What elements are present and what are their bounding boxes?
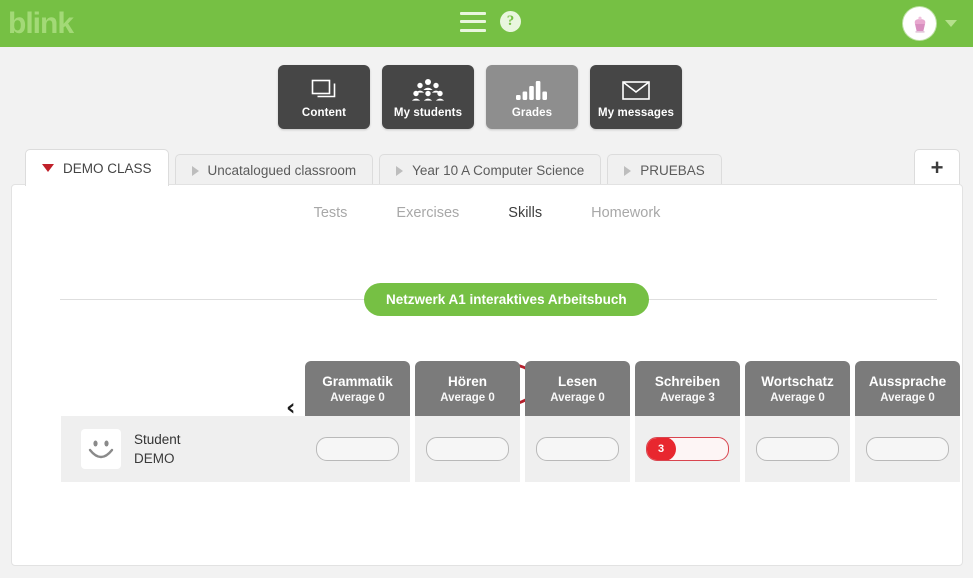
skill-name: Hören — [447, 373, 487, 389]
class-tab-bar: DEMO CLASS Uncatalogued classroom Year 1… — [25, 149, 728, 186]
skill-column-grammatik: Grammatik Average 0 — [305, 361, 410, 482]
class-tab-demo-class[interactable]: DEMO CLASS — [25, 149, 169, 186]
skill-average: Average 0 — [550, 391, 605, 404]
sub-tab-homework[interactable]: Homework — [591, 205, 660, 221]
class-tab-label: Year 10 A Computer Science — [412, 163, 585, 178]
skill-cell — [525, 416, 630, 482]
sub-tab-exercises[interactable]: Exercises — [396, 205, 459, 221]
class-tab-uncatalogued-classroom[interactable]: Uncatalogued classroom — [174, 154, 374, 186]
top-bar: blink ? — [0, 0, 973, 47]
grade-pill[interactable]: 3 — [646, 437, 729, 461]
skill-column-header[interactable]: Schreiben Average 3 — [635, 361, 740, 416]
sub-tab-tests[interactable]: Tests — [314, 205, 348, 221]
grade-pill[interactable] — [756, 437, 839, 461]
smiley-icon — [88, 440, 114, 459]
module-label: Grades — [511, 106, 553, 119]
caret-right-icon — [624, 165, 632, 176]
skill-cell: 3 — [635, 416, 740, 482]
skill-column-lesen: Lesen Average 0 — [525, 361, 630, 482]
help-icon[interactable]: ? — [500, 11, 521, 32]
caret-right-icon — [396, 165, 404, 176]
skill-column-header[interactable]: Lesen Average 0 — [525, 361, 630, 416]
skill-column-aussprache: Aussprache Average 0 — [855, 361, 960, 482]
grade-pill[interactable] — [866, 437, 949, 461]
skill-column-header[interactable]: Wortschatz Average 0 — [745, 361, 850, 416]
cupcake-avatar-icon — [914, 16, 925, 32]
skill-column-header[interactable]: Grammatik Average 0 — [305, 361, 410, 416]
avatar[interactable] — [903, 7, 936, 40]
skill-cell — [305, 416, 410, 482]
grade-badge: 3 — [647, 438, 676, 460]
student-name: Student DEMO — [134, 430, 181, 468]
skill-name: Lesen — [557, 373, 598, 389]
module-button-my-students[interactable]: My students — [382, 65, 474, 129]
class-tab-year-10-a-computer-science[interactable]: Year 10 A Computer Science — [379, 154, 602, 186]
skill-column-horen: Hören Average 0 — [415, 361, 520, 482]
module-buttons: Content My students Grades My messages — [278, 65, 682, 129]
barchart-icon — [515, 76, 549, 102]
skill-name: Schreiben — [654, 373, 721, 389]
book-title-pill[interactable]: Netzwerk A1 interaktives Arbeitsbuch — [364, 283, 649, 316]
envelope-icon — [621, 76, 651, 102]
skill-column-schreiben: Schreiben Average 3 3 — [635, 361, 740, 482]
grade-pill[interactable] — [426, 437, 509, 461]
skill-column-header[interactable]: Hören Average 0 — [415, 361, 520, 416]
skill-cell — [415, 416, 520, 482]
skill-average: Average 0 — [440, 391, 495, 404]
module-label: My messages — [598, 106, 674, 119]
student-first-line: Student — [134, 432, 181, 447]
student-avatar — [81, 429, 121, 469]
sub-tab-bar: Tests Exercises Skills Homework — [12, 205, 962, 221]
user-menu[interactable] — [903, 7, 957, 40]
module-label: Content — [301, 106, 347, 119]
app-root: blink ? Content My students Grades My me… — [0, 0, 973, 578]
windows-icon — [310, 76, 338, 102]
skill-name: Grammatik — [322, 373, 393, 389]
skill-cell — [745, 416, 850, 482]
student-row[interactable]: Student DEMO — [61, 416, 312, 482]
skill-column-wortschatz: Wortschatz Average 0 — [745, 361, 850, 482]
grade-pill[interactable] — [536, 437, 619, 461]
chevron-down-icon[interactable] — [945, 20, 957, 27]
student-second-line: DEMO — [134, 451, 175, 466]
skill-column-header[interactable]: Aussprache Average 0 — [855, 361, 960, 416]
class-tab-label: Uncatalogued classroom — [207, 163, 357, 178]
grade-pill[interactable] — [316, 437, 399, 461]
skill-average: Average 0 — [770, 391, 825, 404]
skill-average: Average 0 — [880, 391, 935, 404]
skill-average: Average 3 — [660, 391, 715, 404]
class-tab-label: PRUEBAS — [640, 163, 705, 178]
class-tab-pruebas[interactable]: PRUEBAS — [607, 154, 722, 186]
main-panel: Tests Exercises Skills Homework Netzwerk… — [11, 184, 963, 566]
skill-name: Wortschatz — [761, 373, 834, 389]
module-button-content[interactable]: Content — [278, 65, 370, 129]
class-tab-label: DEMO CLASS — [63, 160, 152, 176]
skill-average: Average 0 — [330, 391, 385, 404]
skill-cell — [855, 416, 960, 482]
caret-right-icon — [191, 165, 199, 176]
people-icon — [411, 76, 445, 102]
module-button-my-messages[interactable]: My messages — [590, 65, 682, 129]
sub-tab-skills[interactable]: Skills — [508, 205, 542, 221]
module-button-grades[interactable]: Grades — [486, 65, 578, 129]
module-label: My students — [393, 106, 463, 119]
top-nav: ? — [460, 11, 521, 32]
skill-name: Aussprache — [868, 373, 947, 389]
skill-columns: Grammatik Average 0 Hören Average 0 Lese… — [305, 361, 960, 482]
caret-down-icon — [42, 164, 54, 172]
add-class-tab-button[interactable]: + — [914, 149, 960, 186]
blink-logo[interactable]: blink — [8, 5, 74, 43]
hamburger-menu-icon[interactable] — [460, 11, 486, 32]
